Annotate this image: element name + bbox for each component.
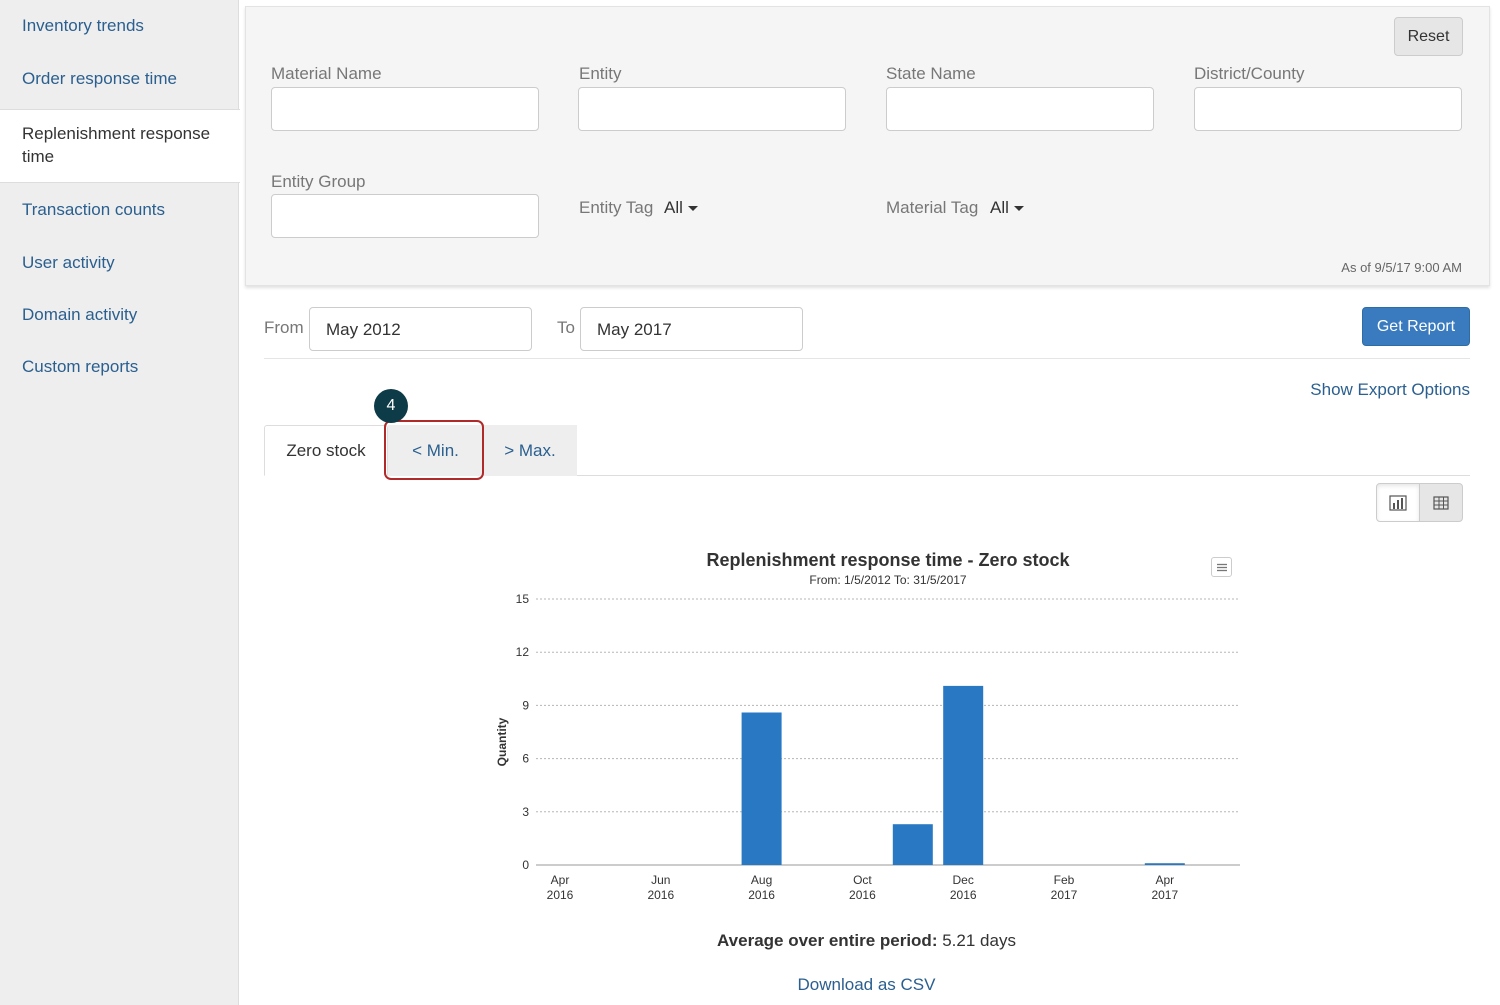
show-export-options-link[interactable]: Show Export Options — [1290, 380, 1470, 400]
tab-zero-stock[interactable]: Zero stock — [264, 425, 388, 476]
callout-highlight — [384, 420, 484, 480]
from-date-input[interactable]: May 2012 — [309, 307, 532, 351]
y-tick-label: 15 — [516, 592, 530, 606]
entity-input[interactable] — [578, 87, 846, 131]
bar — [1144, 863, 1185, 865]
caret-down-icon — [687, 206, 698, 212]
x-tick-label: Apr — [1155, 873, 1174, 887]
y-tick-label: 0 — [522, 858, 529, 872]
material-name-input[interactable] — [271, 87, 539, 131]
chart-title: Replenishment response time - Zero stock — [706, 550, 1070, 570]
material-tag-value: All — [990, 198, 1009, 217]
y-tick-label: 3 — [522, 805, 529, 819]
x-tick-label: 2017 — [1151, 888, 1178, 902]
average-summary: Average over entire period: 5.21 days — [600, 931, 1133, 951]
x-tick-label: Feb — [1054, 873, 1075, 887]
sidebar: Inventory trends Order response time Rep… — [0, 0, 240, 1005]
chart-plot: 03691215QuantityApr2016Jun2016Aug2016Oct… — [495, 592, 1240, 902]
step-badge: 4 — [374, 389, 408, 423]
as-of-timestamp: As of 9/5/17 9:00 AM — [1341, 260, 1462, 275]
material-tag-label: Material Tag — [886, 198, 979, 217]
bar — [943, 685, 984, 865]
sidebar-item-inventory-trends[interactable]: Inventory trends — [0, 16, 239, 36]
sidebar-item-order-response-time[interactable]: Order response time — [0, 69, 239, 89]
entity-tag-dropdown[interactable]: All — [664, 198, 698, 218]
entity-group-label: Entity Group — [271, 172, 366, 191]
y-tick-label: 9 — [522, 698, 529, 712]
sidebar-item-user-activity[interactable]: User activity — [0, 253, 239, 273]
entity-tag-value: All — [664, 198, 683, 217]
divider — [264, 358, 1470, 359]
x-tick-label: 2016 — [647, 888, 674, 902]
sidebar-item-transaction-counts[interactable]: Transaction counts — [0, 200, 239, 220]
bar — [892, 824, 933, 865]
sidebar-item-custom-reports[interactable]: Custom reports — [0, 357, 239, 377]
reset-button[interactable]: Reset — [1394, 17, 1463, 56]
hamburger-icon — [1216, 563, 1227, 571]
x-tick-label: 2017 — [1051, 888, 1078, 902]
y-tick-label: 6 — [522, 752, 529, 766]
x-tick-label: 2016 — [950, 888, 977, 902]
get-report-button[interactable]: Get Report — [1362, 307, 1470, 346]
material-name-label: Material Name — [271, 64, 382, 83]
entity-group-input[interactable] — [271, 194, 539, 238]
from-label: From — [264, 318, 304, 337]
material-tag-dropdown[interactable]: All — [990, 198, 1024, 218]
state-name-input[interactable] — [886, 87, 1154, 131]
x-tick-label: Apr — [551, 873, 570, 887]
chart-icon — [1389, 494, 1407, 511]
y-tick-label: 12 — [516, 645, 530, 659]
table-icon — [1433, 495, 1449, 510]
to-date-input[interactable]: May 2017 — [580, 307, 803, 351]
bar — [741, 712, 782, 865]
filter-panel — [245, 6, 1490, 286]
entity-label: Entity — [579, 64, 622, 83]
x-tick-label: Dec — [953, 873, 974, 887]
sidebar-item-replenishment-response-time[interactable]: Replenishment response time — [0, 109, 240, 183]
y-axis-label: Quantity — [495, 717, 509, 766]
sidebar-item-domain-activity[interactable]: Domain activity — [0, 305, 239, 325]
average-value: 5.21 days — [942, 931, 1016, 950]
x-tick-label: Jun — [651, 873, 670, 887]
x-tick-label: 2016 — [748, 888, 775, 902]
chart-menu-button[interactable] — [1211, 557, 1232, 577]
district-county-input[interactable] — [1194, 87, 1462, 131]
average-label: Average over entire period: — [717, 931, 938, 950]
to-label: To — [557, 318, 575, 337]
state-name-label: State Name — [886, 64, 976, 83]
download-csv-link[interactable]: Download as CSV — [700, 975, 1033, 995]
entity-tag-label: Entity Tag — [579, 198, 654, 217]
table-view-button[interactable] — [1419, 483, 1463, 522]
x-tick-label: 2016 — [547, 888, 574, 902]
caret-down-icon — [1013, 206, 1024, 212]
x-tick-label: 2016 — [849, 888, 876, 902]
chart-view-button[interactable] — [1376, 483, 1420, 522]
x-tick-label: Aug — [751, 873, 772, 887]
tab-max[interactable]: > Max. — [483, 425, 577, 476]
x-tick-label: Oct — [853, 873, 872, 887]
district-county-label: District/County — [1194, 64, 1305, 83]
